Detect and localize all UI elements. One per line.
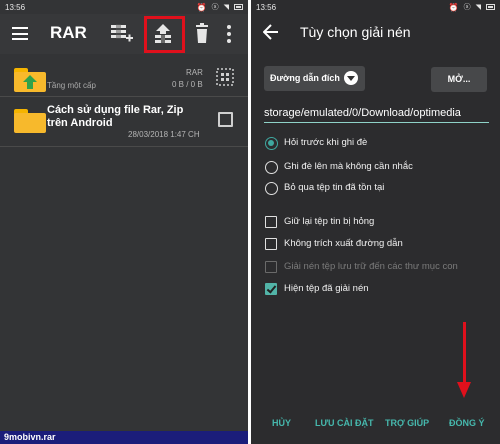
path-input-underline xyxy=(264,122,489,123)
checkbox xyxy=(265,283,277,295)
app-title: RAR xyxy=(50,23,87,42)
radio-label: Ghi đè lên mà không cần nhắc xyxy=(284,161,413,172)
checkbox xyxy=(265,238,277,250)
file-size: 0 B / 0 B xyxy=(172,80,203,89)
wifi-icon: ◥ xyxy=(223,4,229,11)
select-all-icon[interactable] xyxy=(216,68,234,86)
annotation-arrow xyxy=(463,322,466,384)
ok-button[interactable]: ĐỒNG Ý xyxy=(449,418,485,428)
status-bar: 13:56 ⏰ ⓧ ◥ xyxy=(251,0,500,14)
checkbox-label: Giải nén tệp lưu trữ đến các thư mục con xyxy=(284,261,458,272)
dialog-actions: HỦY LƯU CÀI ĐẶT TRỢ GIÚP ĐỒNG Ý xyxy=(251,418,500,432)
checkbox xyxy=(265,216,277,228)
header: Tùy chọn giải nén xyxy=(251,14,500,54)
radio-label: Hỏi trước khi ghi đè xyxy=(284,137,368,148)
menu-icon[interactable] xyxy=(12,27,28,40)
checkbox-label: Giữ lại tệp tin bị hỏng xyxy=(284,216,375,227)
select-checkbox[interactable] xyxy=(218,112,233,127)
more-icon[interactable] xyxy=(222,22,236,46)
battery-icon xyxy=(486,4,495,10)
path-input[interactable]: storage/emulated/0/Download/optimedia xyxy=(264,107,489,123)
save-settings-button[interactable]: LƯU CÀI ĐẶT xyxy=(315,418,373,428)
radio-button xyxy=(265,161,278,174)
list-item[interactable]: Cách sử dụng file Rar, Zip trên Android … xyxy=(0,100,248,144)
silent-icon: ⓧ xyxy=(211,4,219,11)
help-button[interactable]: TRỢ GIÚP xyxy=(385,418,429,428)
wifi-icon: ◥ xyxy=(475,4,481,11)
page-title: Tùy chọn giải nén xyxy=(300,24,411,40)
cancel-button[interactable]: HỦY xyxy=(272,418,291,428)
list-item[interactable]: Tầng một cấp RAR 0 B / 0 B xyxy=(0,60,248,100)
checkbox-label: Hiện tệp đã giải nén xyxy=(284,283,369,294)
status-time: 13:56 xyxy=(256,2,277,12)
folder-icon xyxy=(14,109,46,133)
checkbox xyxy=(265,261,277,273)
delete-icon[interactable] xyxy=(189,22,215,46)
open-button[interactable]: MỞ... xyxy=(431,67,487,92)
divider xyxy=(0,96,248,97)
silent-icon: ⓧ xyxy=(463,4,471,11)
extract-highlight-box xyxy=(144,16,185,53)
status-bar: 13:56 ⏰ ⓧ ◥ xyxy=(0,0,248,14)
extract-options-screen: 13:56 ⏰ ⓧ ◥ Tùy chọn giải nén Đường dẫn … xyxy=(251,0,500,444)
screenshot-root: 13:56 ⏰ ⓧ ◥ RAR Tầng một cấp RAR 0 B / 0… xyxy=(0,0,500,444)
radio-label: Bỏ qua tệp tin đã tồn tại xyxy=(284,182,385,193)
toolbar: RAR xyxy=(0,14,248,54)
folder-up-icon xyxy=(14,68,46,92)
status-time: 13:56 xyxy=(5,2,26,12)
alarm-icon: ⏰ xyxy=(448,2,459,12)
destination-path-button[interactable]: Đường dẫn đích xyxy=(264,66,365,91)
back-arrow-icon[interactable] xyxy=(263,24,279,40)
destination-path-label: Đường dẫn đích xyxy=(270,73,340,83)
checkbox-label: Không trích xuất đường dẫn xyxy=(284,238,403,249)
battery-icon xyxy=(234,4,243,10)
rar-file-browser: 13:56 ⏰ ⓧ ◥ RAR Tầng một cấp RAR 0 B / 0… xyxy=(0,0,248,444)
watermark-text: 9mobivn.rar xyxy=(4,432,56,442)
file-name: Tầng một cấp xyxy=(47,81,96,90)
file-name: Cách sử dụng file Rar, Zip trên Android xyxy=(47,104,184,129)
annotation-arrow-head xyxy=(457,382,471,398)
radio-button xyxy=(265,182,278,195)
dropdown-icon xyxy=(344,71,358,85)
add-archive-icon[interactable] xyxy=(108,22,134,46)
file-type: RAR xyxy=(186,68,203,77)
alarm-icon: ⏰ xyxy=(196,2,207,12)
watermark: 9mobivn.rar xyxy=(0,431,248,444)
file-date: 28/03/2018 1:47 CH xyxy=(128,130,200,139)
radio-button xyxy=(265,137,278,150)
divider xyxy=(0,146,248,147)
